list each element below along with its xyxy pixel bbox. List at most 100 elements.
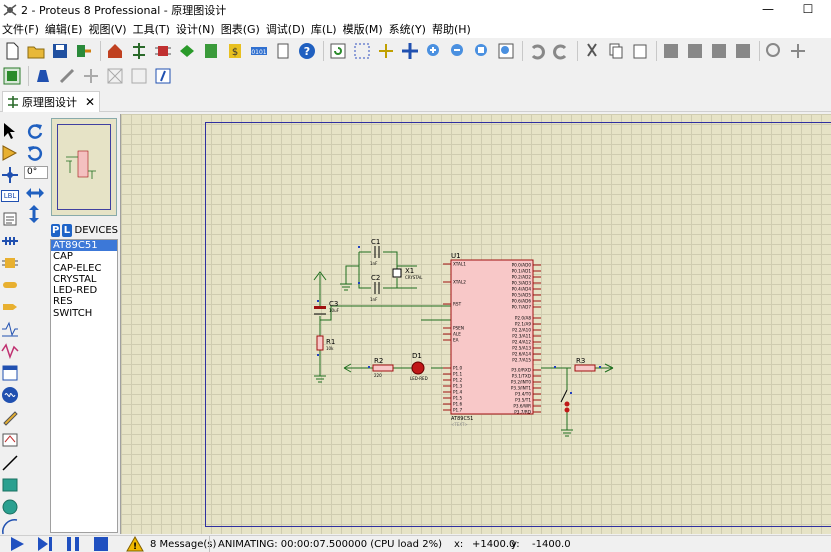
bus-icon[interactable] (1, 232, 19, 250)
text-script-icon[interactable] (1, 210, 19, 228)
netlist-icon[interactable] (128, 65, 150, 87)
menu-library[interactable]: 库(L) (309, 21, 341, 37)
junction-dot-icon[interactable] (1, 166, 19, 184)
code-icon[interactable]: 0101 (248, 40, 270, 62)
schematic-icon[interactable] (128, 40, 150, 62)
c3-capacitor[interactable]: C3 10uF (314, 300, 340, 315)
zoom-out-icon[interactable] (447, 40, 469, 62)
device-pin-icon[interactable] (1, 298, 19, 316)
rotation-angle-field[interactable]: 0° (24, 166, 48, 179)
block-delete-icon[interactable] (732, 40, 754, 62)
menu-edit[interactable]: 编辑(E) (43, 21, 87, 37)
r2-resistor[interactable]: R2 220 (372, 357, 394, 378)
probe-icon[interactable] (1, 386, 19, 404)
device-list-item[interactable]: CRYSTAL (51, 274, 117, 285)
tab-schematic-design[interactable]: 原理图设计 ✕ (2, 91, 100, 112)
2d-line-icon[interactable] (1, 454, 19, 472)
pick-devices-button[interactable]: P (51, 224, 61, 237)
play-icon[interactable] (8, 536, 26, 552)
cut-icon[interactable] (581, 40, 603, 62)
stop-icon[interactable] (92, 536, 110, 552)
2d-arc-icon[interactable] (1, 518, 19, 536)
tab-close-icon[interactable]: ✕ (85, 95, 95, 109)
r3-resistor[interactable]: R3 (574, 357, 596, 372)
device-list-item[interactable]: LED-RED (51, 285, 117, 296)
zoom-area-icon[interactable] (495, 40, 517, 62)
virtual-instrument-icon[interactable] (1, 430, 19, 448)
component-mode-icon[interactable] (1, 144, 19, 162)
property-tool-icon[interactable] (56, 65, 78, 87)
save-icon[interactable] (49, 40, 71, 62)
redo-icon[interactable] (550, 40, 572, 62)
pause-icon[interactable] (64, 536, 82, 552)
rotate-clockwise-icon[interactable] (25, 122, 45, 140)
help-icon[interactable]: ? (296, 40, 318, 62)
mirror-horizontal-icon[interactable] (25, 186, 45, 200)
switch[interactable] (560, 389, 570, 413)
pan-icon[interactable] (399, 40, 421, 62)
menu-view[interactable]: 视图(V) (86, 21, 130, 37)
search-tag-icon[interactable] (32, 65, 54, 87)
subcircuit-icon[interactable] (1, 254, 19, 272)
library-manager-button[interactable]: L (62, 224, 72, 237)
pcb-icon[interactable] (152, 40, 174, 62)
make-device-icon[interactable] (787, 40, 809, 62)
menu-debug[interactable]: 调试(D) (264, 21, 309, 37)
menu-graph[interactable]: 图表(G) (219, 21, 264, 37)
block-copy-icon[interactable] (660, 40, 682, 62)
device-list-item[interactable]: AT89C51 (51, 240, 117, 252)
notes-icon[interactable] (272, 40, 294, 62)
maximize-button[interactable]: ☐ (788, 0, 828, 20)
2d-circle-icon[interactable] (1, 498, 19, 516)
zoom-all-icon[interactable] (471, 40, 493, 62)
pencil-icon[interactable] (1, 408, 19, 426)
menu-design[interactable]: 设计(N) (174, 21, 219, 37)
device-list-item[interactable]: CAP-ELEC (51, 263, 117, 274)
2d-box-icon[interactable] (1, 476, 19, 494)
messages-count[interactable]: 8 Message(s) (150, 536, 216, 552)
x1-crystal[interactable]: X1 CRYSTAL (392, 267, 423, 280)
open-folder-icon[interactable] (25, 40, 47, 62)
refresh-icon[interactable] (327, 40, 349, 62)
menu-file[interactable]: 文件(F) (0, 21, 43, 37)
block-move-icon[interactable] (684, 40, 706, 62)
r1-resistor[interactable]: R1 10k (316, 335, 335, 351)
3d-view-icon[interactable] (176, 40, 198, 62)
paste-icon[interactable] (629, 40, 651, 62)
c2-capacitor[interactable]: C2 1nF (370, 274, 380, 302)
c1-capacitor[interactable]: C1 1nF (370, 238, 380, 266)
import-icon[interactable] (73, 40, 95, 62)
copy-icon[interactable] (605, 40, 627, 62)
device-list-item[interactable]: CAP (51, 251, 117, 262)
undo-icon[interactable] (526, 40, 548, 62)
new-file-icon[interactable] (1, 40, 23, 62)
device-list-item[interactable]: SWITCH (51, 308, 117, 319)
mirror-vertical-icon[interactable] (27, 204, 41, 224)
step-icon[interactable] (36, 536, 54, 552)
component-mode-icon[interactable] (1, 65, 23, 87)
menu-tools[interactable]: 工具(T) (131, 21, 174, 37)
gerber-icon[interactable] (200, 40, 222, 62)
menu-help[interactable]: 帮助(H) (430, 21, 475, 37)
overview-window[interactable] (51, 118, 117, 216)
grid-icon[interactable] (351, 40, 373, 62)
device-list-item[interactable]: RES (51, 296, 117, 307)
remove-sheet-icon[interactable] (104, 65, 126, 87)
script-icon[interactable] (152, 65, 174, 87)
generator-icon[interactable] (1, 364, 19, 382)
bom-icon[interactable]: $ (224, 40, 246, 62)
schematic-canvas[interactable]: XTAL1 XTAL2 RST PSEN ALE EA P1.0 P1.1 P1.2 P1.3 P1… (120, 114, 831, 534)
tape-recorder-icon[interactable] (1, 342, 19, 360)
minimize-button[interactable]: — (748, 0, 788, 20)
menu-system[interactable]: 系统(Y) (387, 21, 430, 37)
d1-led[interactable]: D1 LED-RED (410, 352, 428, 381)
home-icon[interactable] (104, 40, 126, 62)
wire-label-icon[interactable]: LBL (1, 190, 19, 202)
new-sheet-icon[interactable] (80, 65, 102, 87)
graph-icon[interactable] (1, 320, 19, 338)
rotate-anticlockwise-icon[interactable] (25, 144, 45, 162)
menu-template[interactable]: 模版(M) (341, 21, 387, 37)
pick-device-icon[interactable] (763, 40, 785, 62)
terminal-icon[interactable] (1, 276, 19, 294)
block-rotate-icon[interactable] (708, 40, 730, 62)
